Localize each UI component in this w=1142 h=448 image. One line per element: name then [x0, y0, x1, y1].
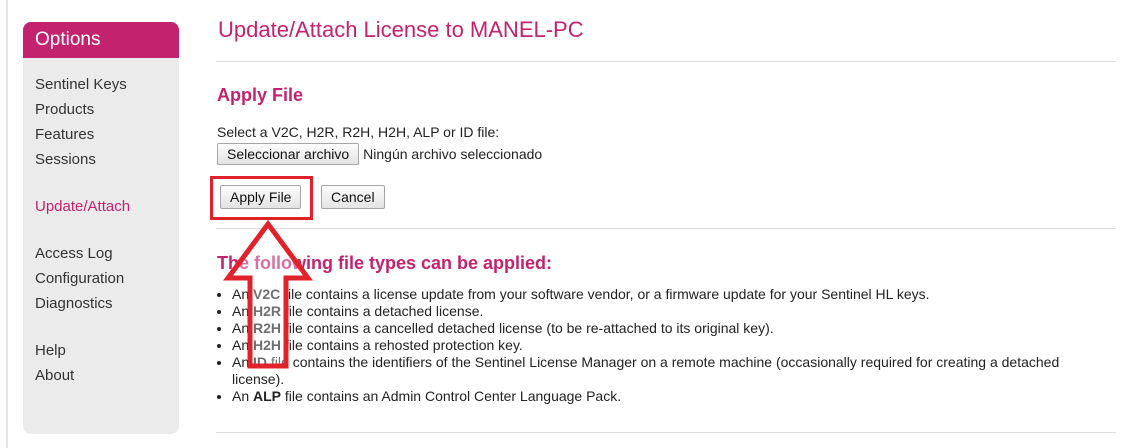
list-item-description: file contains the identifiers of the Sen…: [232, 354, 1060, 387]
list-item-prefix: An: [232, 388, 254, 404]
file-type-name: ALP: [253, 388, 282, 404]
sidebar-item-sentinel-keys[interactable]: Sentinel Keys: [35, 72, 179, 97]
list-item: An ID file contains the identifiers of t…: [232, 354, 1106, 388]
file-type-name: V2C: [253, 286, 281, 302]
list-item-prefix: An: [232, 303, 254, 319]
file-types-list: An V2C file contains a license update fr…: [216, 286, 1106, 405]
list-item: An H2H file contains a rehosted protecti…: [232, 337, 1106, 354]
list-item-prefix: An: [232, 286, 254, 302]
list-item-description: file contains a detached license.: [281, 303, 484, 319]
sidebar-item-features[interactable]: Features: [35, 122, 179, 147]
select-file-label: Select a V2C, H2R, R2H, H2H, ALP or ID f…: [217, 124, 500, 140]
sidebar-item-about[interactable]: About: [35, 363, 179, 388]
sidebar-title: Options: [23, 22, 179, 58]
file-types-heading: The following file types can be applied:: [217, 253, 553, 273]
list-item-description: file contains an Admin Control Center La…: [281, 388, 622, 404]
sidebar-item-sessions[interactable]: Sessions: [35, 147, 179, 172]
list-item: An H2R file contains a detached license.: [232, 303, 1106, 320]
choose-file-button[interactable]: Seleccionar archivo: [217, 143, 360, 165]
list-item-description: file contains a rehosted protection key.: [281, 337, 523, 353]
sidebar-item-configuration[interactable]: Configuration: [35, 266, 179, 291]
list-item: An V2C file contains a license update fr…: [232, 286, 1106, 303]
file-type-name: R2H: [253, 320, 282, 336]
options-sidebar: Options Sentinel Keys Products Features …: [23, 22, 179, 434]
divider: [216, 61, 1116, 62]
sidebar-item-access-log[interactable]: Access Log: [35, 241, 179, 266]
list-item: An R2H file contains a cancelled detache…: [232, 320, 1106, 337]
page-left-border: [6, 0, 8, 448]
list-item-prefix: An: [232, 320, 254, 336]
page-title: Update/Attach License to MANEL-PC: [218, 17, 584, 42]
file-type-name: ID: [253, 354, 268, 370]
sidebar-nav: Sentinel Keys Products Features Sessions…: [23, 58, 179, 388]
sidebar-item-products[interactable]: Products: [35, 97, 179, 122]
apply-file-heading: Apply File: [217, 85, 304, 105]
list-item-description: file contains a license update from your…: [280, 286, 930, 302]
sidebar-item-update-attach[interactable]: Update/Attach: [35, 194, 179, 219]
apply-file-button[interactable]: Apply File: [220, 185, 302, 209]
list-item-description: file contains a cancelled detached licen…: [281, 320, 774, 336]
sidebar-item-diagnostics[interactable]: Diagnostics: [35, 291, 179, 316]
file-status-text: Ningún archivo seleccionado: [363, 146, 543, 162]
list-item-prefix: An: [232, 337, 254, 353]
cancel-button[interactable]: Cancel: [321, 185, 385, 209]
file-type-name: H2R: [253, 303, 282, 319]
sidebar-item-help[interactable]: Help: [35, 338, 179, 363]
divider: [216, 228, 1116, 229]
list-item: An ALP file contains an Admin Control Ce…: [232, 388, 1106, 405]
divider: [216, 432, 1116, 433]
file-picker: Seleccionar archivo Ningún archivo selec…: [217, 143, 542, 165]
file-type-name: H2H: [253, 337, 282, 353]
list-item-prefix: An: [232, 354, 254, 370]
